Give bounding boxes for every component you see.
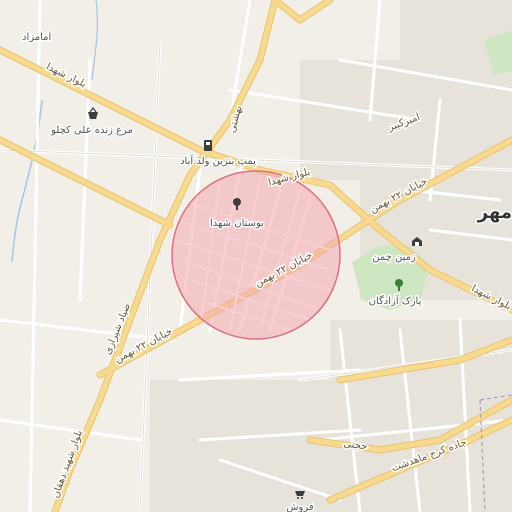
poi-label-football-field: زمین چمن [372,252,416,263]
highlight-radius-circle [171,170,341,340]
district-label: مهر [477,202,512,223]
poi-imamzadeh[interactable]: امامزاد [21,31,53,45]
poi-label-azadegan-park: پارک آزادگان [369,294,422,307]
poi-label-boostan-shohada: بوستان شهدا [210,218,264,229]
poi-label-imamzadeh: امامزاد [22,32,51,43]
fuel-pump-icon [204,140,212,151]
poi-label-fuel-station: پمپ بنزین ولد آباد [180,154,256,167]
poi-label-shop-bottom: فروش [286,502,314,512]
map-view[interactable]: بلوار شهدا بلوار شهدا بلوار شهدا خیابان … [0,0,512,512]
poi-label-chicken-shop: مرغ زنده علی کچلو [50,125,133,136]
map-canvas[interactable]: بلوار شهدا بلوار شهدا بلوار شهدا خیابان … [0,0,512,512]
